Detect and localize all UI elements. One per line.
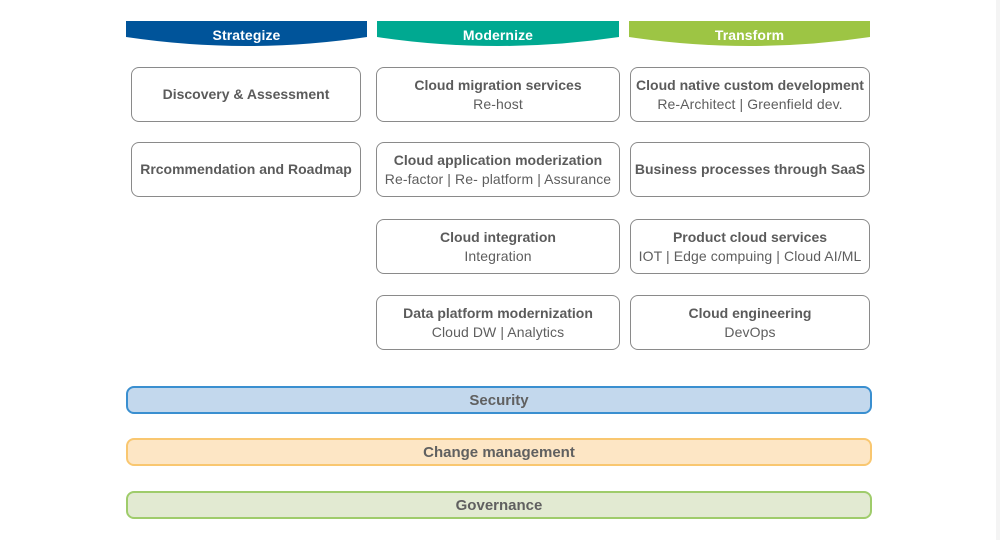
card-title: Cloud application moderization [393,151,603,168]
page-right-edge [996,0,1000,540]
column-header-transform: Transform [629,21,870,51]
card-subtitle: Re-host [473,95,523,112]
card-title: Business processes through SaaS [634,161,866,177]
card-title: Product cloud services [672,228,828,245]
card-subtitle: IOT | Edge compuing | Cloud AI/ML [638,247,862,264]
card-title: Cloud native custom development [636,76,864,93]
band-label: Security [469,391,529,409]
band-label: Change management [423,443,575,461]
column-title: Modernize [462,27,534,43]
column-header-strategize: Strategize [126,21,367,51]
card-title: Cloud engineering [688,304,812,321]
band-governance: Governance [126,491,872,519]
card-subtitle: Cloud DW | Analytics [431,323,565,340]
card-recommendation-roadmap: Rrcommendation and Roadmap [131,142,361,197]
card-cloud-application-modernization: Cloud application moderization Re-factor… [376,142,620,197]
card-subtitle: DevOps [724,323,776,340]
card-title: Cloud migration services [414,76,582,93]
card-data-platform-modernization: Data platform modernization Cloud DW | A… [376,295,620,350]
card-discovery-assessment: Discovery & Assessment [131,67,361,122]
band-change-management: Change management [126,438,872,466]
card-subtitle: Re-Architect | Greenfield dev. [657,95,843,112]
card-title: Data platform modernization [403,304,593,321]
band-label: Governance [455,496,543,514]
card-cloud-native-custom-development: Cloud native custom development Re-Archi… [630,67,870,122]
card-subtitle: Re-factor | Re- platform | Assurance [384,170,612,187]
card-title: Rrcommendation and Roadmap [140,161,352,177]
card-title: Discovery & Assessment [162,86,330,102]
card-business-processes-saas: Business processes through SaaS [630,142,870,197]
band-security: Security [126,386,872,414]
card-cloud-integration: Cloud integration Integration [376,219,620,274]
card-title: Cloud integration [440,228,556,245]
card-subtitle: Integration [464,247,532,264]
card-cloud-engineering: Cloud engineering DevOps [630,295,870,350]
column-title: Transform [714,27,785,43]
card-product-cloud-services: Product cloud services IOT | Edge compui… [630,219,870,274]
column-header-modernize: Modernize [377,21,619,51]
card-cloud-migration-services: Cloud migration services Re-host [376,67,620,122]
column-title: Strategize [212,27,281,43]
